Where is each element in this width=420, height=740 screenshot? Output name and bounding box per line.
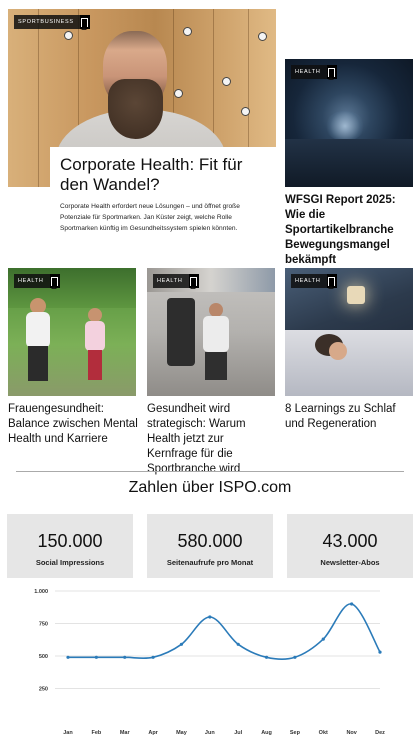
stat-label: Social Impressions xyxy=(35,558,105,567)
article-title[interactable]: 8 Learnings zu Schlaf und Regeneration xyxy=(285,402,415,432)
data-point xyxy=(151,655,155,659)
x-tick-label: Apr xyxy=(148,730,158,736)
bookmark-icon[interactable] xyxy=(328,276,335,289)
data-point xyxy=(264,655,269,659)
data-point xyxy=(66,655,70,659)
category-tag[interactable]: HEALTH xyxy=(291,65,337,80)
hero-article-description: Corporate Health erfordert neue Lösungen… xyxy=(60,203,240,232)
article-title[interactable]: Gesundheit wird strategisch: Warum Healt… xyxy=(147,402,277,477)
category-tag[interactable]: HEALTH xyxy=(14,274,60,289)
y-tick-label: 250 xyxy=(39,687,48,693)
data-point xyxy=(94,655,98,659)
stat-box: 150.000 Social Impressions xyxy=(7,514,133,578)
data-point xyxy=(208,615,212,619)
data-point xyxy=(179,642,184,646)
bookmark-icon[interactable] xyxy=(328,67,335,80)
line-chart: 250 500 750 1.000 Jan Feb Mar Apr May Jun Jul Aug Se… xyxy=(34,589,385,736)
data-point xyxy=(123,655,127,659)
x-tick-label: Okt xyxy=(319,730,328,736)
x-tick-label: Sep xyxy=(290,730,301,736)
data-point xyxy=(378,650,382,654)
series-line xyxy=(68,603,381,661)
x-tick-label: Feb xyxy=(91,730,101,736)
x-tick-label: Jul xyxy=(234,730,242,736)
hero-article-title[interactable]: Corporate Health: Fit für den Wandel? xyxy=(60,155,266,195)
article-title[interactable]: Frauengesundheit: Balance zwischen Menta… xyxy=(8,402,138,447)
x-tick-label: Nov xyxy=(346,730,357,736)
x-tick-label: Jun xyxy=(205,730,215,736)
bookmark-icon[interactable] xyxy=(51,276,58,289)
data-point xyxy=(321,637,325,641)
article-image-health-strategy[interactable]: HEALTH xyxy=(147,268,275,396)
stat-label: Newsletter-Abos xyxy=(320,558,380,567)
x-tick-label: Jan xyxy=(63,730,73,736)
stat-value: 43.000 xyxy=(322,531,378,551)
stat-box: 580.000 Seitenaufrufe pro Monat xyxy=(147,514,273,578)
bookmark-icon[interactable] xyxy=(190,276,197,289)
x-tick-label: Dez xyxy=(375,730,385,736)
data-point xyxy=(293,655,297,659)
stat-box: 43.000 Newsletter-Abos xyxy=(287,514,413,578)
y-tick-label: 500 xyxy=(39,654,48,660)
x-tick-label: Mar xyxy=(120,730,131,736)
bookmark-icon[interactable] xyxy=(81,17,89,30)
side-article-image[interactable]: HEALTH xyxy=(285,59,413,187)
stat-value: 150.000 xyxy=(37,531,103,551)
stats-heading: Zahlen über ISPO.com xyxy=(128,479,292,496)
hero-article-card[interactable]: Corporate Health: Fit für den Wandel? Co… xyxy=(50,147,276,247)
category-tag[interactable]: SPORTBUSINESS xyxy=(14,15,90,30)
section-divider xyxy=(16,471,404,472)
article-image-sleep[interactable]: HEALTH xyxy=(285,268,413,396)
y-tick-label: 1.000 xyxy=(34,589,48,595)
x-tick-label: Aug xyxy=(261,730,272,736)
x-tick-label: May xyxy=(176,730,188,736)
y-tick-label: 750 xyxy=(39,622,48,628)
data-point xyxy=(350,602,354,606)
category-tag[interactable]: HEALTH xyxy=(291,274,337,289)
category-tag[interactable]: HEALTH xyxy=(153,274,199,289)
side-article-title[interactable]: WFSGI Report 2025: Wie die Sportartikelb… xyxy=(285,193,415,268)
stat-value: 580.000 xyxy=(177,531,243,551)
data-point xyxy=(236,642,240,646)
article-image-womens-health[interactable]: HEALTH xyxy=(8,268,136,396)
stat-label: Seitenaufrufe pro Monat xyxy=(166,558,254,567)
